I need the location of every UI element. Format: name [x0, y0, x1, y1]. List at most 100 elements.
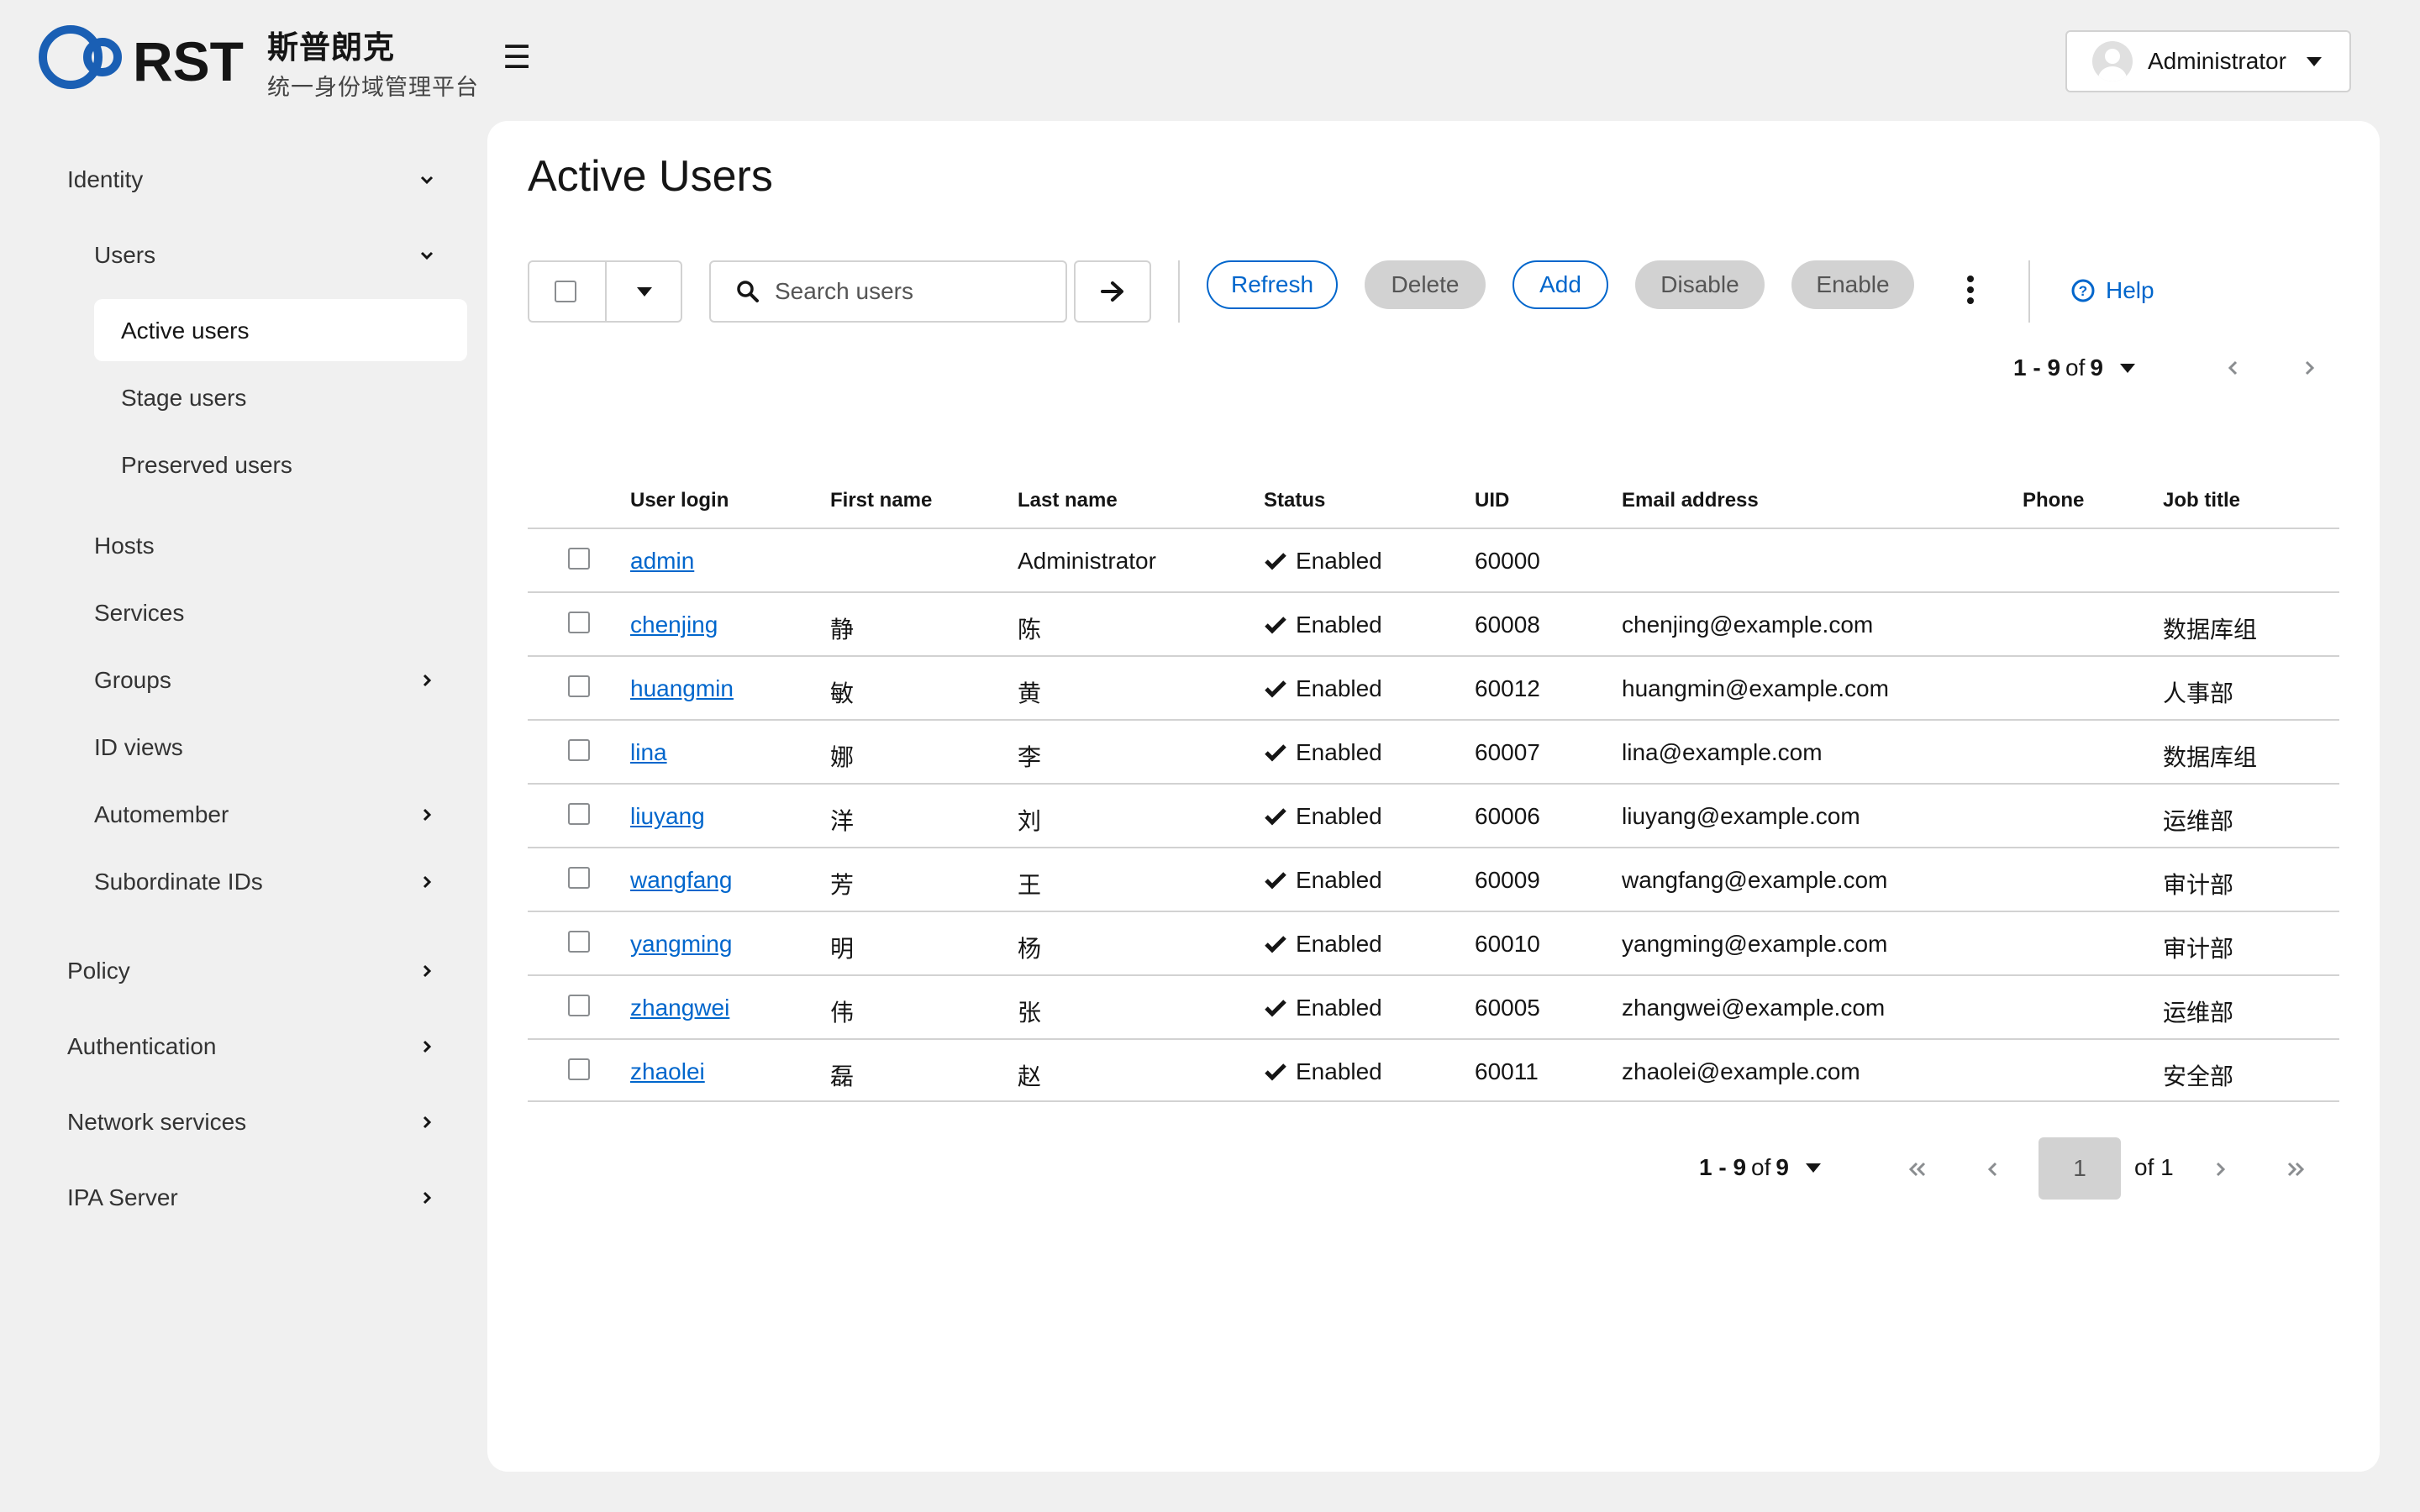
- last-name-cell: 赵: [1018, 1063, 1042, 1089]
- sidebar-item-stage-users[interactable]: Stage users: [121, 385, 246, 412]
- chevron-right-icon[interactable]: [418, 806, 435, 823]
- last-name-cell: 张: [1018, 1000, 1042, 1026]
- uid-cell: 60006: [1475, 803, 1540, 829]
- sidebar-item-active-users[interactable]: Active users: [121, 318, 250, 344]
- user-login-link[interactable]: chenjing: [630, 612, 718, 638]
- last-name-cell: 刘: [1018, 808, 1042, 834]
- check-icon: [1265, 680, 1286, 698]
- user-menu-toggle[interactable]: Administrator: [2065, 30, 2351, 92]
- sidebar-item-id-views[interactable]: ID views: [94, 734, 183, 761]
- check-icon: [1265, 617, 1286, 634]
- search-box[interactable]: [709, 260, 1067, 323]
- job-title-cell: 运维部: [2163, 1000, 2234, 1026]
- add-button[interactable]: Add: [1512, 260, 1608, 309]
- user-login-link[interactable]: yangming: [630, 931, 732, 958]
- select-all-checkbox[interactable]: [555, 281, 576, 302]
- uid-cell: 60009: [1475, 867, 1540, 893]
- delete-button[interactable]: Delete: [1365, 260, 1486, 309]
- row-checkbox[interactable]: [568, 548, 590, 570]
- table-row: yangming 明 杨 Enabled 60010 yangming@exam…: [528, 911, 2339, 974]
- column-header-uid[interactable]: UID: [1475, 489, 1509, 512]
- email-cell: huangmin@example.com: [1622, 675, 1889, 701]
- chevron-right-icon[interactable]: [418, 1114, 435, 1131]
- status-cell: Enabled: [1264, 548, 1382, 575]
- user-login-link[interactable]: huangmin: [630, 675, 734, 702]
- column-header-email[interactable]: Email address: [1622, 489, 1759, 512]
- chevron-left-icon[interactable]: [1985, 1159, 2002, 1179]
- double-chevron-left-icon[interactable]: [1906, 1159, 1929, 1179]
- chevron-right-icon[interactable]: [418, 1189, 435, 1206]
- refresh-button[interactable]: Refresh: [1207, 260, 1338, 309]
- disable-button[interactable]: Disable: [1635, 260, 1765, 309]
- enable-button[interactable]: Enable: [1791, 260, 1914, 309]
- column-header-status[interactable]: Status: [1264, 489, 1325, 512]
- chevron-left-icon[interactable]: [2225, 358, 2242, 378]
- chevron-down-icon[interactable]: [418, 247, 435, 264]
- caret-down-icon: [2119, 363, 2135, 373]
- sidebar-item-users[interactable]: Users: [94, 242, 155, 269]
- last-name-cell: 黄: [1018, 680, 1042, 706]
- row-checkbox[interactable]: [568, 675, 590, 697]
- sidebar-item-hosts[interactable]: Hosts: [94, 533, 155, 559]
- row-checkbox[interactable]: [568, 803, 590, 825]
- bulk-select-toggle[interactable]: [528, 260, 682, 323]
- help-link[interactable]: ? Help: [2070, 277, 2154, 304]
- page-number-input[interactable]: 1: [2039, 1137, 2121, 1200]
- sidebar-item-authentication[interactable]: Authentication: [67, 1033, 216, 1060]
- chevron-right-icon[interactable]: [418, 963, 435, 979]
- column-header-phone[interactable]: Phone: [2023, 489, 2084, 512]
- job-title-cell: 人事部: [2163, 680, 2234, 706]
- first-name-cell: 静: [830, 617, 855, 643]
- status-cell: Enabled: [1264, 675, 1382, 702]
- hamburger-icon[interactable]: ☰: [502, 42, 531, 74]
- column-header-first-name[interactable]: First name: [830, 489, 932, 512]
- search-icon: [737, 281, 759, 302]
- kebab-menu-icon[interactable]: [1965, 276, 1976, 309]
- search-input[interactable]: [773, 277, 1042, 306]
- sidebar-item-subordinate-ids[interactable]: Subordinate IDs: [94, 869, 263, 895]
- double-chevron-right-icon[interactable]: [2284, 1159, 2307, 1179]
- column-header-user-login[interactable]: User login: [630, 489, 729, 512]
- column-header-job-title[interactable]: Job title: [2163, 489, 2240, 512]
- chevron-down-icon[interactable]: [418, 171, 435, 188]
- pagination-range: 1 - 9: [2013, 354, 2061, 381]
- sidebar-item-automember[interactable]: Automember: [94, 801, 229, 828]
- status-text: Enabled: [1296, 675, 1382, 701]
- sidebar-item-ipa-server[interactable]: IPA Server: [67, 1184, 178, 1211]
- chevron-right-icon[interactable]: [418, 874, 435, 890]
- row-checkbox[interactable]: [568, 931, 590, 953]
- uid-cell: 60000: [1475, 548, 1540, 574]
- row-checkbox[interactable]: [568, 867, 590, 889]
- avatar: [2092, 41, 2133, 81]
- user-login-link[interactable]: zhangwei: [630, 995, 729, 1021]
- caret-down-icon[interactable]: [637, 287, 652, 297]
- uid-cell: 60008: [1475, 612, 1540, 638]
- sidebar-item-network-services[interactable]: Network services: [67, 1109, 246, 1136]
- last-name-cell: 王: [1018, 872, 1042, 898]
- user-login-link[interactable]: zhaolei: [630, 1058, 705, 1085]
- row-checkbox[interactable]: [568, 739, 590, 761]
- chevron-right-icon[interactable]: [2212, 1159, 2228, 1179]
- column-header-last-name[interactable]: Last name: [1018, 489, 1118, 512]
- user-login-link[interactable]: liuyang: [630, 803, 705, 830]
- sidebar-item-identity[interactable]: Identity: [67, 166, 143, 193]
- sidebar-item-services[interactable]: Services: [94, 600, 184, 627]
- row-checkbox[interactable]: [568, 612, 590, 633]
- chevron-right-icon[interactable]: [2301, 358, 2317, 378]
- chevron-right-icon[interactable]: [418, 672, 435, 689]
- search-submit-button[interactable]: [1074, 260, 1151, 323]
- row-checkbox[interactable]: [568, 995, 590, 1016]
- user-login-link[interactable]: lina: [630, 739, 667, 766]
- sidebar-item-preserved-users[interactable]: Preserved users: [121, 452, 292, 479]
- pagination-options-toggle[interactable]: 1 - 9 of 9: [2013, 354, 2135, 381]
- row-checkbox[interactable]: [568, 1058, 590, 1080]
- chevron-right-icon[interactable]: [418, 1038, 435, 1055]
- check-icon: [1265, 744, 1286, 762]
- pagination-options-toggle-bottom[interactable]: 1 - 9 of 9: [1699, 1154, 1821, 1181]
- help-label: Help: [2106, 277, 2154, 303]
- last-name-cell: 陈: [1018, 617, 1042, 643]
- user-login-link[interactable]: admin: [630, 548, 694, 575]
- sidebar-item-policy[interactable]: Policy: [67, 958, 130, 984]
- user-login-link[interactable]: wangfang: [630, 867, 732, 894]
- sidebar-item-groups[interactable]: Groups: [94, 667, 171, 694]
